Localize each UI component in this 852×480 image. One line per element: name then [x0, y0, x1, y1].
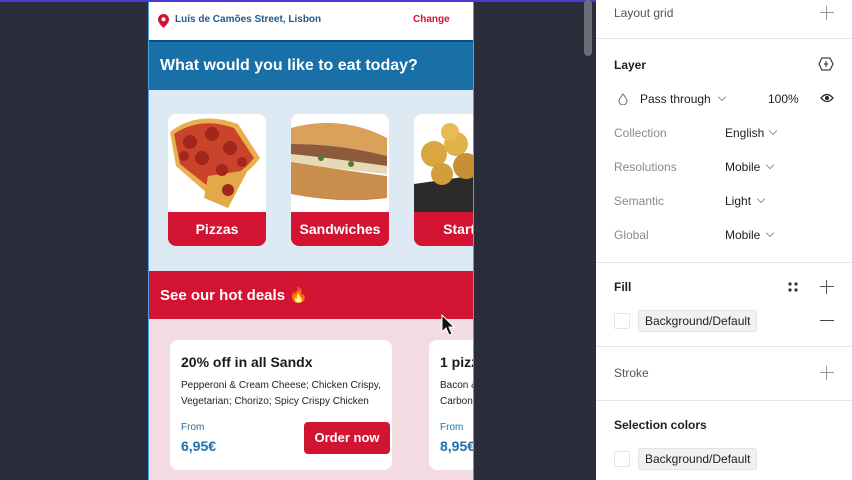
mode-label-resolutions: Resolutions — [614, 160, 677, 174]
category-card-sandwiches[interactable]: Sandwiches — [291, 114, 389, 246]
deal-title: 20% off in all Sandx — [181, 354, 313, 370]
add-fill-icon[interactable] — [820, 280, 834, 294]
deal-card[interactable]: 20% off in all Sandx Pepperoni & Cream C… — [170, 340, 392, 470]
chevron-down-icon[interactable] — [768, 126, 778, 136]
category-label: Starte — [414, 212, 473, 246]
selection-color-chip[interactable]: Background/Default — [638, 448, 758, 470]
starters-image — [414, 114, 473, 212]
style-grid-icon[interactable] — [787, 281, 799, 293]
deal-description: Pepperoni & Cream Cheese; Chicken Crispy… — [181, 380, 381, 407]
deal-from-label: From — [181, 422, 205, 433]
selection-color-swatch[interactable] — [614, 451, 630, 467]
mode-value-semantic[interactable]: Light — [725, 194, 751, 208]
stroke-title: Stroke — [614, 366, 649, 380]
deal-card[interactable]: 1 pizz Bacon & Carbona From 8,95€ — [429, 340, 474, 470]
question-heading: What would you like to eat today? — [160, 57, 418, 74]
divider — [596, 346, 852, 347]
add-layout-grid-icon[interactable] — [820, 6, 834, 20]
category-card-pizzas[interactable]: Pizzas — [168, 114, 266, 246]
fill-style-chip[interactable]: Background/Default — [638, 310, 758, 332]
fill-title: Fill — [614, 280, 632, 294]
mode-value-collection[interactable]: English — [725, 126, 764, 140]
chevron-down-icon[interactable] — [765, 160, 775, 170]
location-bar: Luís de Camões Street, Lisbon Change — [149, 2, 473, 40]
category-label: Pizzas — [168, 212, 266, 246]
divider — [596, 38, 852, 39]
mobile-frame[interactable]: Luís de Camões Street, Lisbon Change Wha… — [148, 2, 474, 480]
mode-label-collection: Collection — [614, 126, 667, 140]
remove-fill-icon[interactable] — [820, 314, 834, 328]
change-location-link[interactable]: Change — [413, 14, 450, 25]
location-pin-icon — [158, 14, 169, 28]
divider — [596, 262, 852, 263]
fill-color-swatch[interactable] — [614, 313, 630, 329]
deal-from-label: From — [440, 422, 464, 433]
chevron-down-icon[interactable] — [765, 228, 775, 238]
layout-grid-title: Layout grid — [614, 6, 674, 20]
mouse-cursor-icon — [441, 314, 455, 336]
add-stroke-icon[interactable] — [820, 366, 834, 380]
question-banner: What would you like to eat today? — [149, 40, 473, 90]
category-card-starters[interactable]: Starte — [414, 114, 473, 246]
deal-price: 8,95€ — [440, 438, 474, 454]
deals-heading: See our hot deals 🔥 — [160, 287, 308, 304]
deals-banner: See our hot deals 🔥 — [149, 271, 473, 319]
mode-value-global[interactable]: Mobile — [725, 228, 760, 242]
variable-mode-icon[interactable] — [818, 57, 834, 71]
blend-mode-icon — [618, 93, 628, 105]
sandwich-image — [291, 114, 389, 212]
properties-panel: Layout grid Layer Pass through 100% Coll… — [596, 0, 852, 480]
deal-description: Bacon & Carbona — [440, 380, 473, 407]
divider — [596, 400, 852, 401]
mode-value-resolutions[interactable]: Mobile — [725, 160, 760, 174]
chevron-down-icon[interactable] — [756, 194, 766, 204]
deal-price: 6,95€ — [181, 438, 217, 454]
category-label: Sandwiches — [291, 212, 389, 246]
order-now-button[interactable]: Order now — [304, 422, 390, 454]
location-address: Luís de Camões Street, Lisbon — [175, 14, 322, 25]
canvas-scrollbar[interactable] — [584, 0, 592, 56]
blend-mode-select[interactable]: Pass through — [640, 92, 711, 106]
mode-label-global: Global — [614, 228, 649, 242]
chevron-down-icon[interactable] — [717, 92, 727, 102]
eye-icon[interactable] — [820, 93, 834, 103]
deal-title: 1 pizz — [440, 354, 473, 370]
selection-colors-title: Selection colors — [614, 418, 707, 432]
layer-title: Layer — [614, 58, 647, 72]
mode-label-semantic: Semantic — [614, 194, 665, 208]
pizza-image — [168, 114, 266, 212]
opacity-input[interactable]: 100% — [768, 92, 799, 106]
